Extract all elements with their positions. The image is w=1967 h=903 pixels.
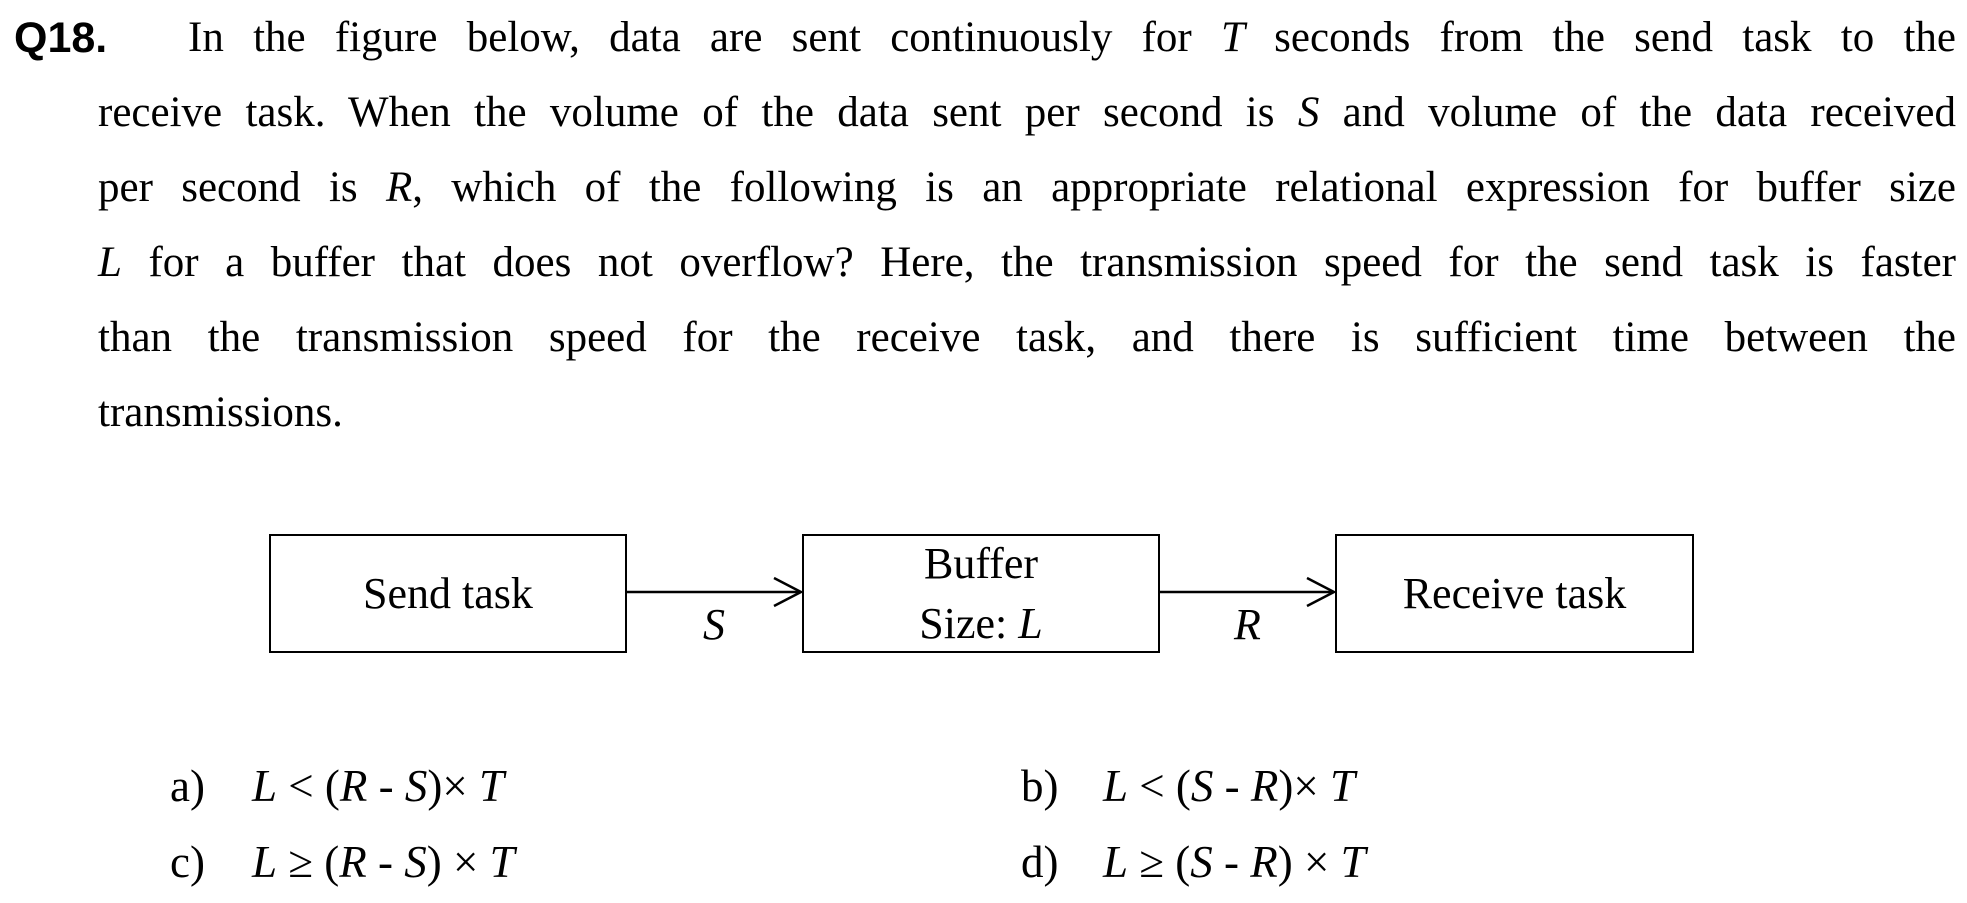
math-variable: R <box>1250 837 1278 887</box>
math-variable: S <box>1190 837 1213 887</box>
choice-expression: L ≥ (R - S) × T <box>252 837 515 887</box>
math-variable: S <box>1297 89 1320 136</box>
math-variable: L <box>252 761 278 811</box>
math-variable: L <box>1103 837 1129 887</box>
math-variable: T <box>479 761 505 811</box>
choice-letter: a) <box>170 761 205 811</box>
choice-c[interactable]: c) L ≥ (R - S) × T <box>170 832 515 892</box>
math-variable: S <box>1190 761 1214 811</box>
send-rate-label: S <box>703 600 725 649</box>
math-variable: T <box>1221 14 1245 61</box>
receive-task-label: Receive task <box>1402 568 1627 618</box>
send-task-box: Send task <box>269 534 627 653</box>
math-variable: S <box>404 837 427 887</box>
choice-expression: L < (R - S)× T <box>252 761 505 811</box>
math-variable: S <box>404 761 428 811</box>
math-variable: L <box>252 837 278 887</box>
math-variable: T <box>1340 837 1366 887</box>
question-number: Q18. <box>14 14 108 62</box>
receive-rate-label: R <box>1234 600 1261 649</box>
stem-line: transmissions. <box>98 389 343 436</box>
choice-a[interactable]: a) L < (R - S)× T <box>170 756 504 816</box>
choice-letter: d) <box>1021 837 1059 887</box>
stem-line: per second is R, which of the following … <box>98 164 1956 211</box>
choice-d[interactable]: d) L ≥ (S - R) × T <box>1021 832 1366 892</box>
math-variable: L <box>98 239 122 286</box>
choice-expression: L < (S - R)× T <box>1103 761 1356 811</box>
math-variable: R <box>385 164 413 211</box>
math-variable: R <box>339 837 367 887</box>
stem-line: In the figure below, data are sent conti… <box>188 14 1956 61</box>
math-variable: R <box>339 761 368 811</box>
buffer-label: Buffer <box>923 538 1039 588</box>
stem-line: receive task. When the volume of the dat… <box>98 89 1956 136</box>
stem-line: L for a buffer that does not overflow? H… <box>98 239 1956 286</box>
math-variable: L <box>1103 761 1129 811</box>
choice-letter: b) <box>1021 761 1059 811</box>
stem-line: than the transmission speed for the rece… <box>98 314 1956 361</box>
buffer-box: Buffer Size: L <box>802 534 1160 653</box>
buffer-size-label: Size: L <box>919 598 1043 648</box>
question-stem: In the figure below, data are sent conti… <box>98 0 1956 450</box>
choice-expression: L ≥ (S - R) × T <box>1103 837 1366 887</box>
math-variable: T <box>1330 761 1356 811</box>
math-variable: R <box>1250 761 1279 811</box>
send-task-label: Send task <box>363 568 533 618</box>
choice-letter: c) <box>170 837 205 887</box>
receive-task-box: Receive task <box>1335 534 1694 653</box>
choice-b[interactable]: b) L < (S - R)× T <box>1021 756 1355 816</box>
math-variable: T <box>489 837 515 887</box>
